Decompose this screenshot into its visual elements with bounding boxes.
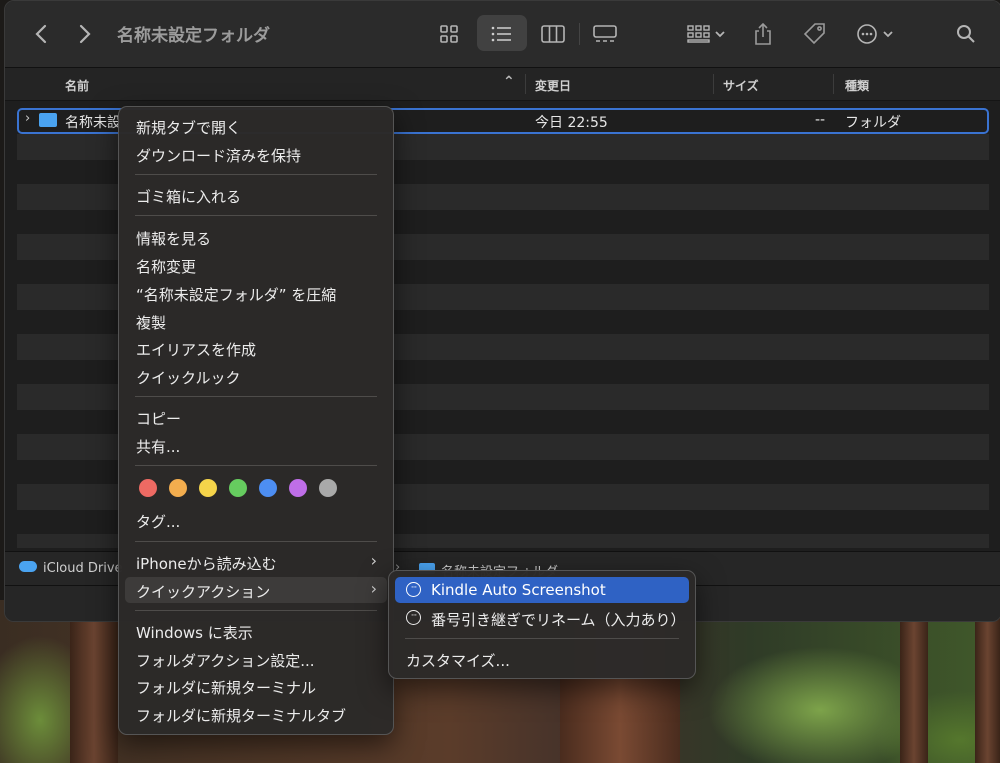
disclosure-chevron-icon[interactable]: ›: [25, 111, 30, 126]
file-modified: 今日 22:55: [535, 115, 608, 131]
menu-item-get-info[interactable]: 情報を見る: [125, 224, 387, 250]
menu-item-new-terminal-at-folder[interactable]: フォルダに新規ターミナル: [125, 673, 387, 699]
wallpaper-tree: [900, 610, 928, 763]
menu-item-make-alias[interactable]: エイリアスを作成: [125, 335, 387, 361]
search-icon[interactable]: [950, 18, 982, 50]
column-header: 名前 ⌃ 変更日 サイズ 種類: [5, 68, 1000, 101]
menu-item-label: カスタマイズ...: [406, 652, 510, 670]
quick-actions-submenu: ··· Kindle Auto Screenshot ··· 番号引き継ぎでリネ…: [388, 570, 696, 679]
path-root[interactable]: iCloud Drive: [43, 561, 123, 576]
menu-item-label: フォルダアクション設定...: [136, 652, 315, 670]
column-name[interactable]: 名前: [65, 77, 89, 94]
column-kind[interactable]: 種類: [845, 77, 869, 94]
menu-item-label: エイリアスを作成: [136, 341, 257, 359]
menu-item-label: クイックアクション: [136, 583, 271, 601]
chevron-left-icon[interactable]: [25, 18, 57, 50]
menu-separator: [405, 638, 679, 639]
menu-item-label: Windows に表示: [136, 624, 253, 642]
menu-item-label: 複製: [136, 314, 167, 332]
menu-separator: [135, 541, 377, 542]
quick-action-icon: ···: [406, 582, 421, 597]
menu-separator: [135, 610, 377, 611]
menu-item-label: コピー: [136, 410, 182, 428]
tag-icon[interactable]: [799, 18, 831, 50]
menu-separator: [135, 465, 377, 466]
group-by-icon[interactable]: [681, 18, 733, 50]
menu-item-label: iPhoneから読み込む: [136, 555, 277, 573]
wallpaper-tree: [975, 615, 1000, 763]
window-title: 名称未設定フォルダ: [117, 26, 270, 46]
wallpaper-tree: [70, 620, 118, 763]
share-icon[interactable]: [747, 18, 779, 50]
menu-separator: [135, 396, 377, 397]
menu-item-label: 番号引き継ぎでリネーム（入力あり）: [431, 611, 686, 629]
column-divider: [525, 74, 526, 94]
tag-color-dot[interactable]: [229, 479, 247, 497]
tag-color-dot[interactable]: [259, 479, 277, 497]
menu-item-label: “名称未設定フォルダ” を圧縮: [136, 286, 337, 304]
menu-item-quick-look[interactable]: クイックルック: [125, 363, 387, 389]
quick-action-icon: ···: [406, 610, 421, 625]
toolbar-divider: [579, 23, 580, 45]
submenu-chevron-icon: ›: [370, 579, 377, 598]
menu-item-label: 名称変更: [136, 258, 197, 276]
file-name: 名称未設: [65, 115, 121, 131]
column-modified[interactable]: 変更日: [535, 77, 571, 94]
column-divider: [833, 74, 834, 94]
menu-item-label: 新規タブで開く: [136, 119, 242, 137]
menu-item-label: クイックルック: [136, 369, 241, 387]
menu-item-kindle-auto-screenshot[interactable]: ··· Kindle Auto Screenshot: [395, 577, 689, 603]
menu-separator: [135, 215, 377, 216]
tag-color-dot[interactable]: [199, 479, 217, 497]
menu-item-folder-actions-setup[interactable]: フォルダアクション設定...: [125, 646, 387, 672]
toolbar: 名称未設定フォルダ: [5, 1, 1000, 68]
menu-item-show-in-windows[interactable]: Windows に表示: [125, 618, 387, 644]
menu-item-quick-actions[interactable]: クイックアクション ›: [125, 577, 387, 603]
menu-item-label: タグ...: [136, 513, 181, 531]
menu-item-label: フォルダに新規ターミナルタブ: [136, 707, 347, 725]
menu-item-tags[interactable]: タグ...: [125, 507, 387, 533]
icloud-icon: [19, 561, 37, 572]
folder-icon: [39, 113, 57, 127]
more-actions-icon[interactable]: [851, 18, 901, 50]
tag-color-dot[interactable]: [139, 479, 157, 497]
menu-item-duplicate[interactable]: 複製: [125, 308, 387, 334]
tag-color-dot[interactable]: [319, 479, 337, 497]
menu-separator: [135, 174, 377, 175]
menu-item-label: 情報を見る: [136, 230, 212, 248]
menu-item-rename-sequential[interactable]: ··· 番号引き継ぎでリネーム（入力あり）: [395, 605, 689, 631]
chevron-right-icon[interactable]: [69, 18, 101, 50]
gallery-view-icon[interactable]: [589, 18, 621, 50]
menu-item-label: ダウンロード済みを保持: [136, 147, 302, 165]
menu-item-label: ゴミ箱に入れる: [136, 188, 242, 206]
menu-item-copy[interactable]: コピー: [125, 404, 387, 430]
column-size[interactable]: サイズ: [723, 77, 759, 94]
menu-item-open-new-tab[interactable]: 新規タブで開く: [125, 113, 387, 139]
menu-item-compress[interactable]: “名称未設定フォルダ” を圧縮: [125, 280, 387, 306]
menu-item-new-terminal-tab-at-folder[interactable]: フォルダに新規ターミナルタブ: [125, 701, 387, 727]
menu-item-keep-downloaded[interactable]: ダウンロード済みを保持: [125, 141, 387, 167]
column-divider: [713, 74, 714, 94]
tag-color-dot[interactable]: [289, 479, 307, 497]
file-kind: フォルダ: [845, 115, 901, 131]
list-view-icon[interactable]: [486, 18, 518, 50]
menu-item-import-from-iphone[interactable]: iPhoneから読み込む ›: [125, 549, 387, 575]
submenu-chevron-icon: ›: [370, 551, 377, 570]
context-menu: 新規タブで開く ダウンロード済みを保持 ゴミ箱に入れる 情報を見る 名称変更 “…: [118, 106, 394, 735]
menu-item-share[interactable]: 共有...: [125, 432, 387, 458]
menu-item-label: フォルダに新規ターミナル: [136, 679, 317, 697]
file-size: --: [815, 112, 826, 128]
menu-item-customize[interactable]: カスタマイズ...: [395, 646, 689, 672]
tag-color-dot[interactable]: [169, 479, 187, 497]
icon-view-icon[interactable]: [433, 18, 465, 50]
column-view-icon[interactable]: [537, 18, 569, 50]
menu-item-move-to-trash[interactable]: ゴミ箱に入れる: [125, 182, 387, 208]
sort-ascending-icon: ⌃: [503, 74, 515, 90]
menu-item-label: Kindle Auto Screenshot: [431, 581, 606, 599]
menu-item-rename[interactable]: 名称変更: [125, 252, 387, 278]
menu-item-label: 共有...: [136, 438, 181, 456]
